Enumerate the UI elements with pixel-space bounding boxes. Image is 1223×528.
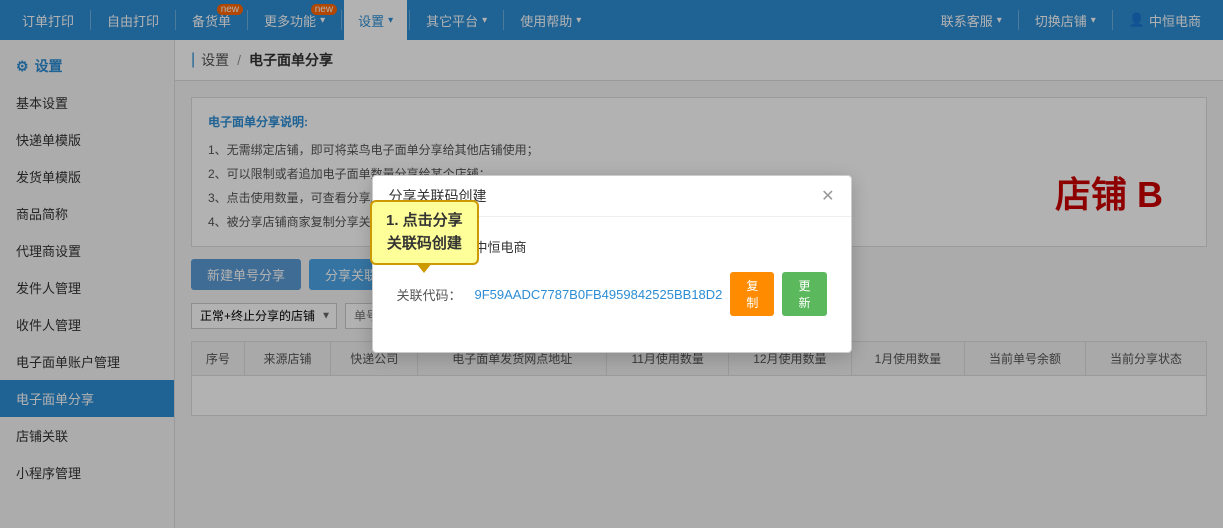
copy-button[interactable]: 复制 — [730, 272, 774, 316]
modal-code-label: 关联代码： — [397, 285, 467, 304]
callout-1: 1. 点击分享 关联码创建 — [370, 200, 479, 265]
modal-code-area: 9F59AADC7787B0FB4959842525BB18D2 复制 更新 — [475, 272, 827, 316]
modal-close-button[interactable]: ✕ — [821, 186, 834, 206]
modal-overlay: 分享关联码创建 ✕ 当前店铺： 中恒电商 关联代码： 9F59AADC7787B… — [0, 0, 1223, 528]
page-wrapper: 订单打印 自由打印 备货单 new 更多功能 new ▾ 设置 ▾ 其它平台 ▾… — [0, 0, 1223, 528]
modal-store-value: 中恒电商 — [475, 237, 527, 256]
modal-code-value: 9F59AADC7787B0FB4959842525BB18D2 — [475, 287, 723, 302]
refresh-button[interactable]: 更新 — [782, 272, 826, 316]
modal-code-row: 关联代码： 9F59AADC7787B0FB4959842525BB18D2 复… — [397, 272, 827, 316]
